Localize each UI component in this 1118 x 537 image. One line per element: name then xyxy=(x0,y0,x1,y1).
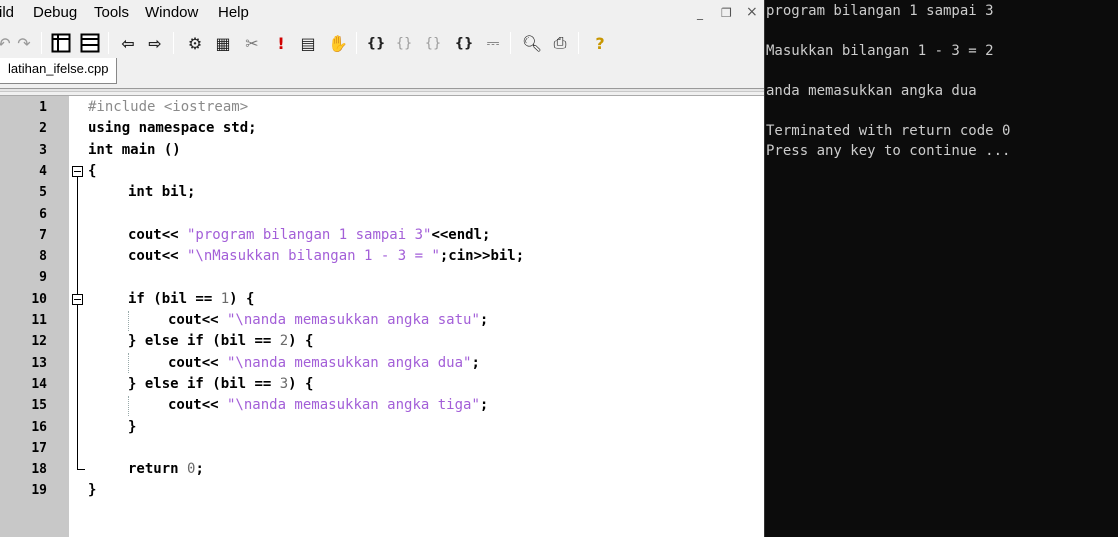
menu-bar: ild Debug Tools Window Help _ ❐ × xyxy=(0,0,764,26)
back-arrow-icon[interactable]: ⇦ xyxy=(116,31,140,55)
fold-end xyxy=(77,469,85,470)
fold-margin xyxy=(69,96,87,537)
fold-line xyxy=(77,177,78,470)
code-line: #include <iostream> xyxy=(88,99,249,115)
check-syntax-icon[interactable]: 🔍︎ xyxy=(520,31,544,55)
console-line: Terminated with return code 0 xyxy=(766,123,1011,139)
line-number: 12 xyxy=(31,334,47,350)
line-number: 1 xyxy=(39,100,47,115)
redo-icon[interactable]: ↷ xyxy=(12,31,36,55)
debug-icon[interactable]: ▤ xyxy=(296,31,320,55)
line-number: 7 xyxy=(39,227,47,243)
line-number: 6 xyxy=(39,206,47,222)
tab-divider xyxy=(0,88,764,92)
code-line: using namespace std; xyxy=(88,120,257,137)
code-line: cout<< "\nanda memasukkan angka satu"; xyxy=(168,312,489,328)
line-number: 13 xyxy=(31,355,47,371)
line-number: 19 xyxy=(31,483,47,499)
code-line: } xyxy=(88,482,97,499)
code-line: int main () xyxy=(88,141,181,158)
line-number: 9 xyxy=(39,270,47,286)
indent-guide xyxy=(128,396,129,416)
restore-button[interactable]: ❐ xyxy=(721,6,732,20)
code-line: return 0; xyxy=(128,461,204,478)
menu-help[interactable]: Help xyxy=(218,4,249,21)
console-line: Press any key to continue ... xyxy=(766,143,1011,159)
rebuild-icon[interactable]: ✂ xyxy=(240,31,264,55)
compile-icon[interactable]: ⚙ xyxy=(183,31,207,55)
line-number: 10 xyxy=(31,291,47,307)
pause-hand-icon[interactable]: ✋ xyxy=(326,31,350,55)
menu-tools[interactable]: Tools xyxy=(94,4,129,21)
indent-guide xyxy=(128,311,129,331)
line-number: 3 xyxy=(39,142,47,158)
line-number: 17 xyxy=(31,440,47,456)
line-number: 2 xyxy=(39,121,47,137)
menu-build[interactable]: ild xyxy=(0,4,14,21)
line-number: 14 xyxy=(31,376,47,392)
run-to-cursor-icon[interactable]: {} xyxy=(452,31,476,55)
code-line: int bil; xyxy=(128,184,196,201)
menu-window[interactable]: Window xyxy=(145,4,198,21)
code-line: cout<< "\nMasukkan bilangan 1 - 3 = ";ci… xyxy=(128,248,525,265)
console-line: Masukkan bilangan 1 - 3 = 2 xyxy=(766,43,994,59)
line-number: 11 xyxy=(31,313,47,328)
menu-debug[interactable]: Debug xyxy=(33,4,77,21)
console-window[interactable]: program bilangan 1 sampai 3 Masukkan bil… xyxy=(764,0,1118,537)
line-number: 15 xyxy=(31,398,47,414)
console-line: program bilangan 1 sampai 3 xyxy=(766,3,994,19)
step-out-icon[interactable]: {} xyxy=(421,31,445,55)
code-line: { xyxy=(88,162,97,179)
minimize-button[interactable]: _ xyxy=(697,6,703,20)
stop-icon[interactable]: ! xyxy=(269,31,293,55)
code-line: if (bil == 1) { xyxy=(128,290,255,307)
toggle-output-panel-icon[interactable] xyxy=(78,31,102,55)
line-number: 8 xyxy=(39,249,47,265)
forward-arrow-icon[interactable]: ⇨ xyxy=(143,31,167,55)
step-over-icon[interactable]: {} xyxy=(392,31,416,55)
code-editor[interactable]: 1 2 3 4 5 6 7 8 9 10 11 12 13 14 15 16 1… xyxy=(0,95,764,537)
code-line: cout<< "program bilangan 1 sampai 3"<<en… xyxy=(128,226,491,243)
print-icon[interactable]: ⎙ xyxy=(548,31,572,55)
step-into-icon[interactable]: {} xyxy=(364,31,388,55)
help-icon[interactable]: ? xyxy=(588,31,612,55)
tab-latihan-ifelse[interactable]: latihan_ifelse.cpp xyxy=(0,58,118,84)
fold-toggle-icon[interactable] xyxy=(72,166,83,177)
console-line: anda memasukkan angka dua xyxy=(766,83,977,99)
line-number: 16 xyxy=(31,419,47,435)
run-icon[interactable]: ▦ xyxy=(211,31,235,55)
code-line: } else if (bil == 2) { xyxy=(128,333,314,350)
toggle-project-panel-icon[interactable] xyxy=(49,31,73,55)
indent-guide xyxy=(128,353,129,373)
tab-bar: latihan_ifelse.cpp xyxy=(0,58,764,86)
fold-toggle-icon[interactable] xyxy=(72,294,83,305)
toolbar: ↶ ↷ ⇦ ⇨ ⚙ ▦ ✂ ! ▤ ✋ {} {} {} {} ⎓ 🔍︎ ⎙ ? xyxy=(0,28,764,58)
ide-window: ild Debug Tools Window Help _ ❐ × ↶ ↷ ⇦ … xyxy=(0,0,764,537)
code-line: } xyxy=(128,418,137,435)
chart-icon[interactable]: ⎓ xyxy=(481,31,505,55)
line-number: 18 xyxy=(31,462,47,478)
line-number: 4 xyxy=(39,163,47,179)
code-line: cout<< "\nanda memasukkan angka tiga"; xyxy=(168,397,489,414)
close-button[interactable]: × xyxy=(746,4,758,20)
code-line: } else if (bil == 3) { xyxy=(128,375,314,392)
line-number: 5 xyxy=(39,185,47,201)
code-line: cout<< "\nanda memasukkan angka dua"; xyxy=(168,354,480,371)
